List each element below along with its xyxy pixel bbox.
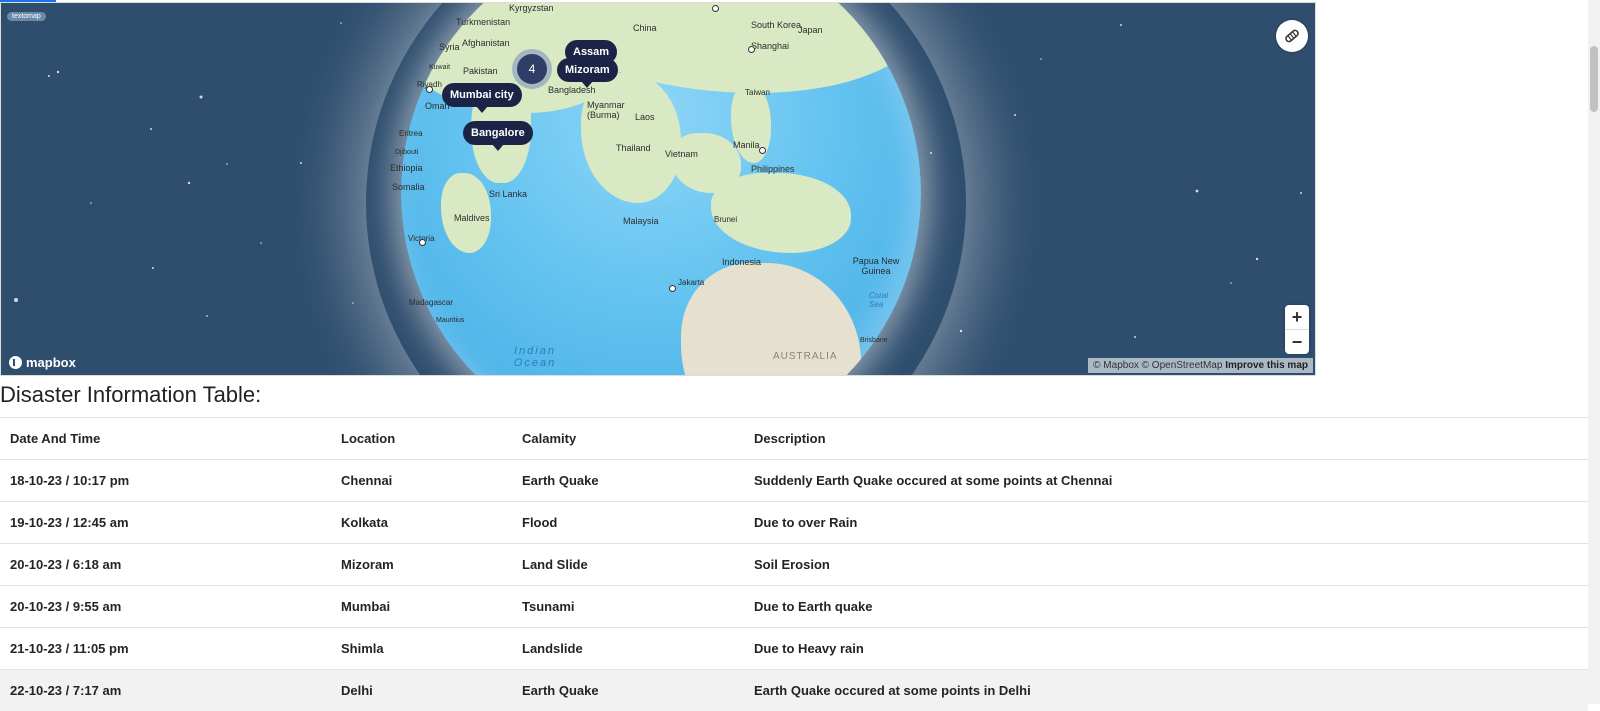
table-row: 20-10-23 / 6:18 am Mizoram Land Slide So…: [0, 544, 1588, 586]
place-label: Indian Ocean: [505, 345, 565, 369]
place-label: Manila: [733, 140, 760, 150]
place-label: Kuwait: [429, 64, 450, 71]
cell-calamity: Earth Quake: [512, 670, 744, 711]
header-date-time: Date And Time: [0, 418, 331, 460]
map-attribution: © Mapbox © OpenStreetMap Improve this ma…: [1088, 358, 1313, 373]
place-label: Myanmar (Burma): [587, 100, 631, 120]
cell-date-time: 20-10-23 / 6:18 am: [0, 544, 331, 586]
place-label: Djibouti: [395, 149, 418, 156]
cell-description: Earth Quake occured at some points in De…: [744, 670, 1588, 711]
mapbox-logo-text: mapbox: [26, 355, 76, 370]
cell-description: Due to Heavy rain: [744, 628, 1588, 670]
cell-description: Due to Earth quake: [744, 586, 1588, 628]
globe: [401, 2, 921, 376]
cell-location: Delhi: [331, 670, 512, 711]
place-label: Papua New Guinea: [851, 256, 901, 276]
place-label: China: [633, 23, 657, 33]
zoom-in-button[interactable]: +: [1285, 305, 1309, 329]
mapbox-logo-icon: [9, 356, 22, 369]
place-label: Sri Lanka: [489, 189, 527, 199]
page-scrollbar[interactable]: [1588, 0, 1600, 704]
place-label: Somalia: [392, 182, 425, 192]
zoom-out-button[interactable]: −: [1285, 329, 1309, 354]
table-header-row: Date And Time Location Calamity Descript…: [0, 418, 1588, 460]
marker-mumbai-city[interactable]: Mumbai city: [442, 83, 522, 107]
cell-calamity: Earth Quake: [512, 460, 744, 502]
place-label: South Korea: [751, 20, 801, 30]
table-row: 20-10-23 / 9:55 am Mumbai Tsunami Due to…: [0, 586, 1588, 628]
place-label: Coral Sea: [869, 291, 897, 309]
cell-location: Mumbai: [331, 586, 512, 628]
cell-date-time: 22-10-23 / 7:17 am: [0, 670, 331, 711]
place-label: Philippines: [751, 164, 795, 174]
place-label: Turkmenistan: [456, 17, 510, 27]
place-label: Shanghai: [751, 41, 789, 51]
cell-date-time: 20-10-23 / 9:55 am: [0, 586, 331, 628]
place-label: Afghanistan: [462, 38, 510, 48]
zoom-control: + −: [1285, 305, 1309, 354]
table-row: 18-10-23 / 10:17 pm Chennai Earth Quake …: [0, 460, 1588, 502]
scrollbar-thumb[interactable]: [1590, 46, 1598, 112]
table-row: 21-10-23 / 11:05 pm Shimla Landslide Due…: [0, 628, 1588, 670]
city-dot: [759, 147, 766, 154]
place-label: Maldives: [454, 213, 490, 223]
place-label: Brunei: [714, 215, 737, 224]
place-label: Eritrea: [399, 129, 423, 138]
place-label: Vietnam: [665, 149, 698, 159]
place-label: Indonesia: [722, 257, 761, 267]
cell-description: Due to over Rain: [744, 502, 1588, 544]
city-dot: [426, 86, 433, 93]
cell-location: Mizoram: [331, 544, 512, 586]
cell-date-time: 18-10-23 / 10:17 pm: [0, 460, 331, 502]
mapbox-logo[interactable]: mapbox: [9, 355, 76, 370]
cell-calamity: Tsunami: [512, 586, 744, 628]
cell-calamity: Land Slide: [512, 544, 744, 586]
city-dot: [712, 5, 719, 12]
compass-icon: [1283, 27, 1301, 45]
cell-calamity: Landslide: [512, 628, 744, 670]
header-location: Location: [331, 418, 512, 460]
place-label: Thailand: [616, 143, 651, 153]
cell-description: Suddenly Earth Quake occured at some poi…: [744, 460, 1588, 502]
place-label: Mauritius: [436, 317, 464, 324]
place-label: Taiwan: [745, 88, 770, 97]
place-label: Malaysia: [623, 216, 659, 226]
city-dot: [669, 285, 676, 292]
city-dot: [748, 46, 755, 53]
place-label: Brisbane: [860, 337, 888, 344]
cell-location: Shimla: [331, 628, 512, 670]
header-calamity: Calamity: [512, 418, 744, 460]
cell-description: Soil Erosion: [744, 544, 1588, 586]
map-view[interactable]: textomap Kyrgyzstan Turkmenistan China S…: [0, 2, 1316, 376]
improve-map-link[interactable]: Improve this map: [1225, 360, 1308, 371]
table-row: 22-10-23 / 7:17 am Delhi Earth Quake Ear…: [0, 670, 1588, 711]
place-label: Madagascar: [409, 298, 453, 307]
marker-cluster[interactable]: 4: [517, 54, 547, 84]
disaster-table: Date And Time Location Calamity Descript…: [0, 417, 1588, 711]
place-label: Pakistan: [463, 66, 498, 76]
city-dot: [419, 239, 426, 246]
table-row: 19-10-23 / 12:45 am Kolkata Flood Due to…: [0, 502, 1588, 544]
place-label: Syria: [439, 42, 460, 52]
cell-date-time: 21-10-23 / 11:05 pm: [0, 628, 331, 670]
cell-date-time: 19-10-23 / 12:45 am: [0, 502, 331, 544]
place-label: Ethiopia: [390, 163, 423, 173]
place-label: Laos: [635, 112, 655, 122]
attribution-text[interactable]: © Mapbox © OpenStreetMap: [1093, 360, 1222, 371]
marker-mizoram[interactable]: Mizoram: [557, 58, 618, 82]
cell-calamity: Flood: [512, 502, 744, 544]
compass-button[interactable]: [1276, 20, 1308, 52]
cell-location: Chennai: [331, 460, 512, 502]
cell-location: Kolkata: [331, 502, 512, 544]
place-label: Jakarta: [678, 278, 704, 287]
place-label: AUSTRALIA: [773, 351, 838, 362]
marker-bangalore[interactable]: Bangalore: [463, 121, 533, 145]
header-description: Description: [744, 418, 1588, 460]
place-label: Japan: [798, 25, 823, 35]
place-label: Kyrgyzstan: [509, 3, 554, 13]
textomap-badge: textomap: [7, 12, 46, 21]
table-title: Disaster Information Table:: [0, 382, 261, 408]
